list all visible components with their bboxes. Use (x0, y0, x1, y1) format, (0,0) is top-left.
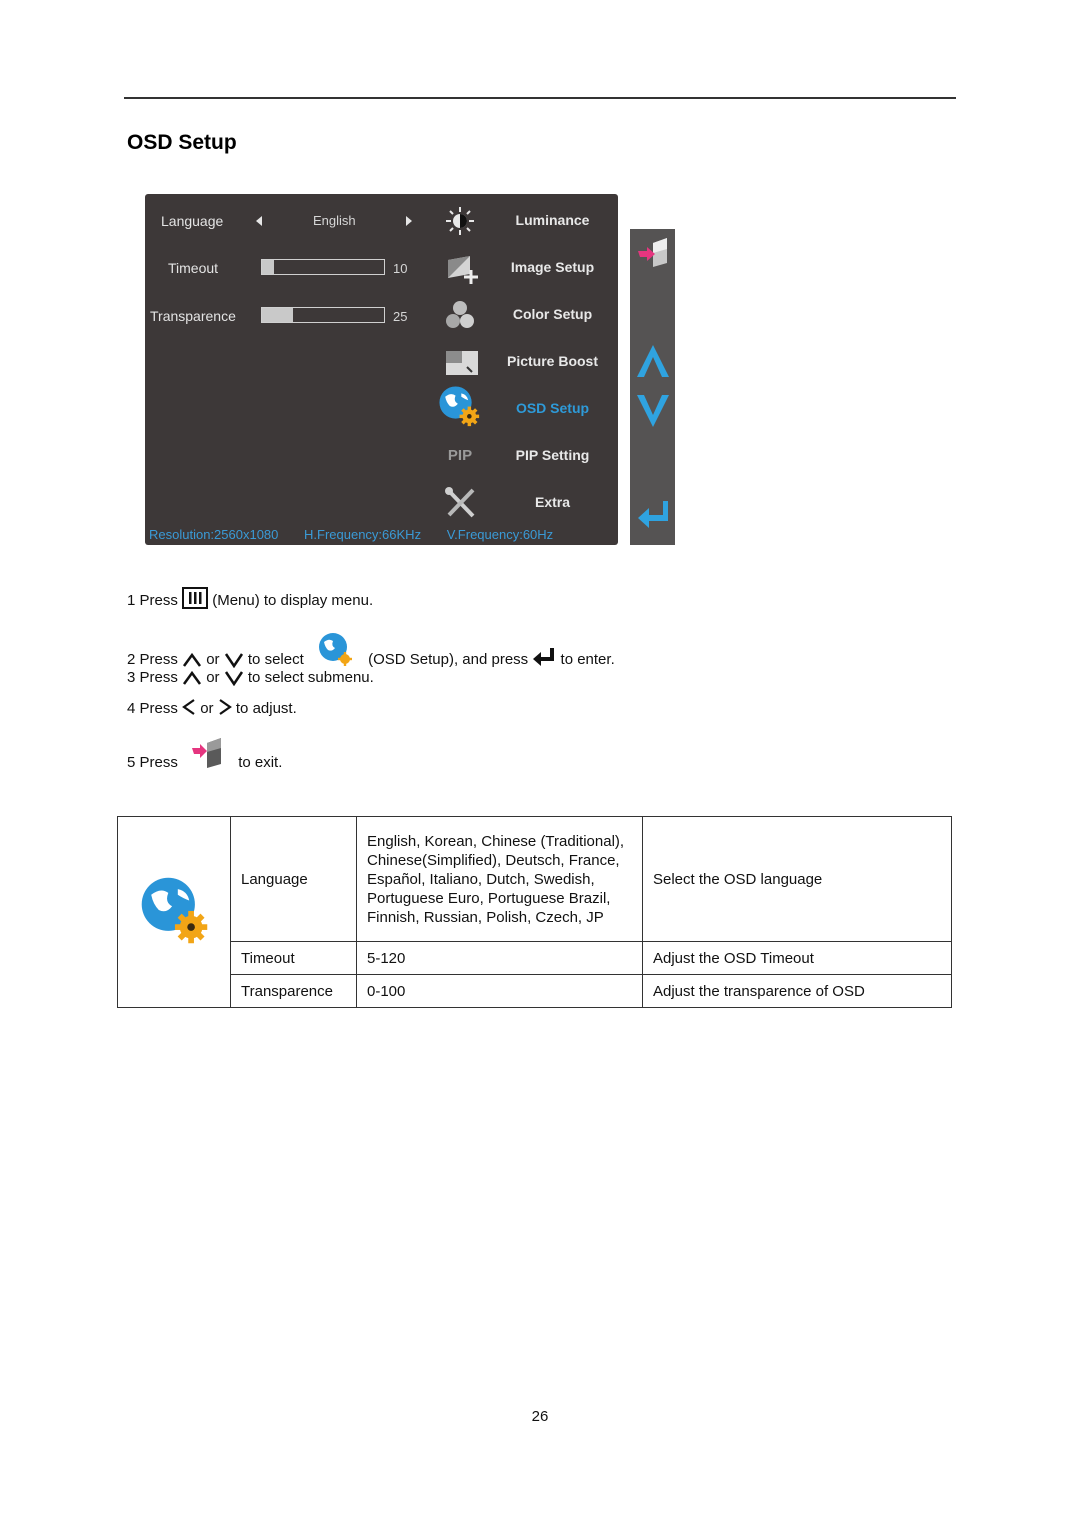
menu-button-icon (182, 587, 209, 609)
chevron-down-icon (224, 653, 243, 668)
resolution-status: Resolution:2560x1080 (149, 527, 279, 542)
table-cell-range: 5-120 (356, 941, 643, 975)
table-cell-range: English, Korean, Chinese (Traditional), … (356, 816, 643, 942)
page-title: OSD Setup (127, 131, 237, 154)
enter-icon[interactable] (635, 497, 671, 533)
osd-setup-spec-table: Language English, Korean, Chinese (Tradi… (117, 816, 952, 1008)
language-prev-arrow-icon[interactable] (256, 216, 262, 226)
menu-item-pip-setting[interactable]: PIP PIP Setting (440, 436, 620, 476)
table-row: Transparence 0-100 Adjust the transparen… (118, 974, 952, 1008)
exit-door-icon (192, 738, 222, 768)
table-row: Language English, Korean, Chinese (Tradi… (117, 816, 952, 1008)
extra-tools-icon (445, 487, 475, 518)
table-row: Timeout 5-120 Adjust the OSD Timeout (118, 941, 952, 975)
chevron-up-icon[interactable] (635, 343, 671, 379)
monitor-key-strip (630, 229, 675, 545)
enter-icon (533, 648, 555, 666)
language-value: English (313, 213, 356, 228)
osd-setup-icon-cell (117, 816, 231, 1008)
table-cell-description: Adjust the OSD Timeout (642, 941, 952, 975)
menu-label-pip-setting: PIP Setting (515, 447, 590, 463)
timeout-slider-fill (262, 260, 275, 274)
pip-icon: PIP (447, 447, 473, 464)
chevron-up-icon (183, 670, 202, 685)
chevron-left-icon (182, 699, 195, 715)
transparence-slider[interactable] (261, 307, 385, 323)
v-frequency-status: V.Frequency:60Hz (446, 527, 554, 542)
h-frequency-status: H.Frequency:66KHz (304, 527, 422, 542)
picture-boost-icon (446, 351, 478, 375)
menu-item-color-setup[interactable]: Color Setup (440, 295, 620, 335)
menu-label-picture-boost: Picture Boost (506, 353, 598, 369)
exit-door-icon[interactable] (635, 235, 671, 271)
osd-setup-icon (141, 877, 208, 944)
menu-label-luminance: Luminance (515, 212, 590, 228)
table-cell-range: 0-100 (356, 974, 643, 1008)
menu-item-image-setup[interactable]: Image Setup (440, 248, 620, 288)
header-rule (124, 97, 956, 99)
osd-panel: Language English Timeout 10 Transparence… (145, 194, 618, 545)
instruction-step-4: 4 Press or to adjust. (127, 699, 297, 717)
table-cell-description: Adjust the transparence of OSD (642, 974, 952, 1008)
transparence-slider-fill (262, 308, 293, 322)
osd-setup-icon (439, 386, 480, 427)
table-cell-item: Timeout (230, 941, 357, 975)
timeout-value: 10 (393, 261, 408, 276)
instruction-step-3: 3 Press or to select submenu. (127, 669, 374, 687)
table-cell-item: Language (230, 816, 357, 942)
table-cell-description: Select the OSD language (642, 816, 952, 942)
chevron-up-icon (183, 652, 202, 667)
osd-setup-icon (318, 633, 352, 666)
chevron-down-icon (224, 671, 243, 687)
menu-item-picture-boost[interactable]: Picture Boost (440, 342, 620, 382)
color-setup-icon (446, 301, 474, 328)
menu-label-extra: Extra (534, 494, 571, 510)
chevron-right-icon (219, 699, 232, 715)
table-cell-item: Transparence (230, 974, 357, 1008)
instruction-step-5: 5 Press to exit. (127, 738, 282, 780)
menu-item-extra[interactable]: Extra (440, 483, 620, 523)
language-next-arrow-icon[interactable] (406, 216, 412, 226)
luminance-icon (446, 207, 474, 235)
menu-label-image-setup: Image Setup (510, 259, 595, 275)
language-label: Language (161, 213, 224, 229)
menu-label-osd-setup: OSD Setup (515, 400, 590, 416)
menu-label-color-setup: Color Setup (512, 306, 593, 322)
timeout-label: Timeout (168, 260, 219, 276)
transparence-label: Transparence (150, 308, 236, 324)
timeout-slider[interactable] (261, 259, 385, 275)
menu-item-luminance[interactable]: Luminance (440, 201, 620, 241)
instruction-step-1: 1 Press (Menu) to display menu. (127, 587, 373, 612)
image-setup-icon (448, 256, 478, 284)
page-number: 26 (531, 1408, 549, 1425)
chevron-down-icon[interactable] (635, 393, 671, 429)
signal-status-bar: Resolution:2560x1080 H.Frequency:66KHz V… (149, 527, 575, 542)
menu-item-osd-setup[interactable]: OSD Setup (439, 386, 620, 429)
transparence-value: 25 (393, 309, 408, 324)
